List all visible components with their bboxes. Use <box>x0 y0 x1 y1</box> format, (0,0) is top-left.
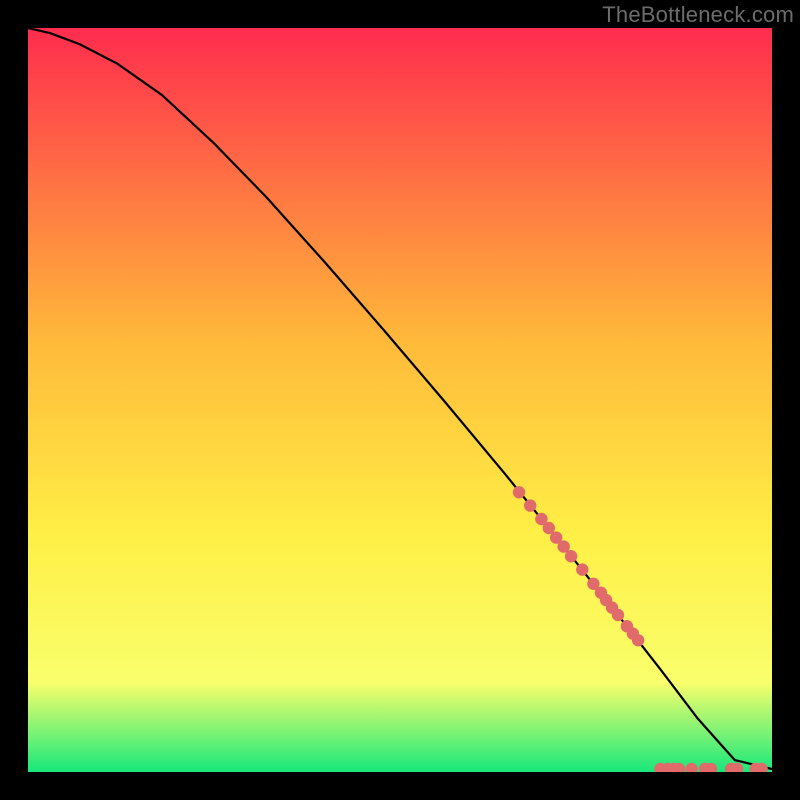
gradient-bg <box>28 28 772 772</box>
data-marker <box>524 499 536 511</box>
data-marker <box>632 634 644 646</box>
plot-area <box>28 28 772 772</box>
chart-svg <box>28 28 772 772</box>
data-marker <box>513 486 525 498</box>
chart-frame: TheBottleneck.com <box>0 0 800 800</box>
data-marker <box>565 550 577 562</box>
watermark-text: TheBottleneck.com <box>602 2 794 28</box>
data-marker <box>576 563 588 575</box>
data-marker <box>612 609 624 621</box>
